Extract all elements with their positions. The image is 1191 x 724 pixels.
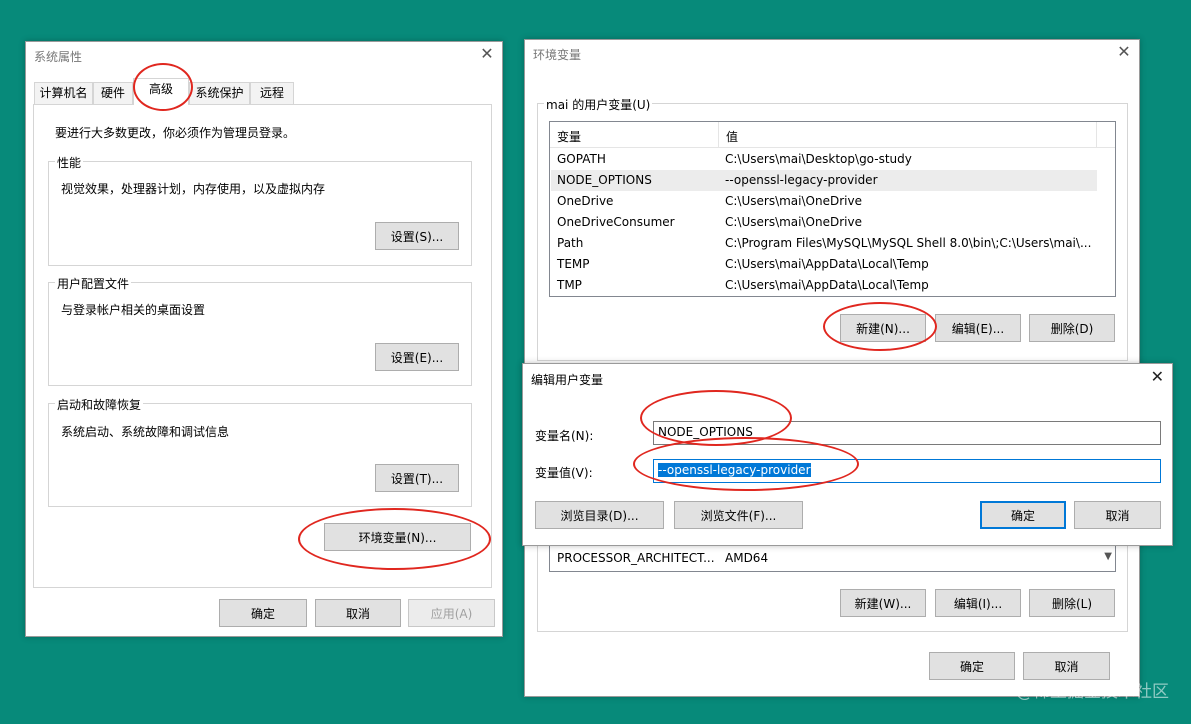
var-value: C:\Users\mai\OneDrive — [725, 215, 862, 229]
performance-label: 性能 — [55, 154, 84, 171]
tab-system-protection[interactable]: 系统保护 — [189, 82, 250, 104]
var-value: C:\Users\mai\Desktop\go-study — [725, 152, 912, 166]
column-separator[interactable] — [1096, 122, 1097, 148]
performance-desc: 视觉效果，处理器计划，内存使用，以及虚拟内存 — [61, 182, 326, 196]
var-name: Path — [557, 236, 584, 250]
system-edit-button[interactable]: 编辑(I)... — [935, 589, 1021, 617]
browse-file-button[interactable]: 浏览文件(F)... — [674, 501, 803, 529]
user-edit-button[interactable]: 编辑(E)... — [935, 314, 1021, 342]
var-value: C:\Program Files\MySQL\MySQL Shell 8.0\b… — [725, 236, 1092, 250]
tab-advanced[interactable]: 高级 — [133, 78, 189, 105]
table-row[interactable]: GOPATH C:\Users\mai\Desktop\go-study — [551, 149, 1097, 170]
user-variables-list[interactable]: 变量 值 GOPATH C:\Users\mai\Desktop\go-stud… — [549, 121, 1116, 297]
performance-settings-button[interactable]: 设置(S)... — [375, 222, 459, 250]
user-variables-label: mai 的用户变量(U) — [544, 96, 653, 113]
variable-name-input[interactable]: NODE_OPTIONS — [653, 421, 1161, 445]
var-value: C:\Users\mai\AppData\Local\Temp — [725, 278, 929, 292]
edit-ok-button[interactable]: 确定 — [980, 501, 1066, 529]
column-separator[interactable] — [718, 122, 719, 148]
browse-directory-button[interactable]: 浏览目录(D)... — [535, 501, 664, 529]
watermark: @稀土掘金技术社区 — [1016, 682, 1169, 702]
window-title: 环境变量 — [533, 48, 582, 62]
close-icon[interactable]: ✕ — [1151, 368, 1164, 386]
table-row[interactable]: TMP C:\Users\mai\AppData\Local\Temp — [551, 275, 1097, 296]
startup-recovery-label: 启动和故障恢复 — [55, 396, 144, 413]
window-title: 系统属性 — [34, 50, 83, 64]
table-row[interactable]: NODE_OPTIONS --openssl-legacy-provider — [551, 170, 1097, 191]
user-profiles-settings-button[interactable]: 设置(E)... — [375, 343, 459, 371]
var-name: PROCESSOR_ARCHITECT... — [557, 551, 715, 565]
edit-user-variable-dialog: 编辑用户变量 ✕ 变量名(N): NODE_OPTIONS 变量值(V): --… — [522, 363, 1173, 546]
var-name: OneDrive — [557, 194, 614, 208]
edit-cancel-button[interactable]: 取消 — [1074, 501, 1161, 529]
env-cancel-button[interactable]: 取消 — [1023, 652, 1110, 680]
sys-ok-button[interactable]: 确定 — [219, 599, 307, 627]
column-header-name[interactable]: 变量 — [557, 128, 581, 145]
var-value: C:\Users\mai\AppData\Local\Temp — [725, 257, 929, 271]
system-variables-list[interactable]: PROCESSOR_ARCHITECT... AMD64 ▼ — [549, 544, 1116, 572]
table-row[interactable]: Path C:\Program Files\MySQL\MySQL Shell … — [551, 233, 1097, 254]
sys-cancel-button[interactable]: 取消 — [315, 599, 401, 627]
user-delete-button[interactable]: 删除(D) — [1029, 314, 1115, 342]
var-name: TEMP — [557, 257, 590, 271]
close-icon[interactable]: ✕ — [1115, 43, 1133, 61]
tab-computer-name[interactable]: 计算机名 — [34, 82, 93, 104]
startup-recovery-desc: 系统启动、系统故障和调试信息 — [61, 425, 230, 439]
system-new-button[interactable]: 新建(W)... — [840, 589, 926, 617]
variable-name-label: 变量名(N): — [535, 429, 594, 443]
user-profiles-desc: 与登录帐户相关的桌面设置 — [61, 303, 206, 317]
var-value: --openssl-legacy-provider — [725, 173, 878, 187]
var-value: C:\Users\mai\OneDrive — [725, 194, 862, 208]
sys-apply-button[interactable]: 应用(A) — [408, 599, 495, 627]
tab-remote[interactable]: 远程 — [250, 82, 294, 104]
admin-note: 要进行大多数更改，你必须作为管理员登录。 — [55, 126, 296, 140]
var-name: GOPATH — [557, 152, 606, 166]
tab-hardware[interactable]: 硬件 — [93, 82, 133, 104]
performance-group: 性能 — [48, 154, 472, 266]
variable-value-label: 变量值(V): — [535, 466, 593, 480]
variable-value-input[interactable]: --openssl-legacy-provider — [653, 459, 1161, 483]
table-row[interactable]: OneDrive C:\Users\mai\OneDrive — [551, 191, 1097, 212]
window-title: 编辑用户变量 — [531, 373, 604, 387]
table-row[interactable]: PROCESSOR_ARCHITECT... AMD64 — [551, 548, 1097, 569]
column-header-value[interactable]: 值 — [726, 128, 738, 145]
user-profiles-label: 用户配置文件 — [55, 275, 132, 292]
env-ok-button[interactable]: 确定 — [929, 652, 1015, 680]
close-icon[interactable]: ✕ — [478, 45, 496, 63]
var-name: NODE_OPTIONS — [557, 173, 652, 187]
table-row[interactable]: TEMP C:\Users\mai\AppData\Local\Temp — [551, 254, 1097, 275]
var-name: OneDriveConsumer — [557, 215, 675, 229]
list-header: 变量 值 — [550, 122, 1115, 148]
startup-recovery-settings-button[interactable]: 设置(T)... — [375, 464, 459, 492]
environment-variables-button[interactable]: 环境变量(N)... — [324, 523, 471, 551]
table-row[interactable]: OneDriveConsumer C:\Users\mai\OneDrive — [551, 212, 1097, 233]
chevron-down-icon[interactable]: ▼ — [1104, 551, 1112, 562]
user-new-button[interactable]: 新建(N)... — [840, 314, 926, 342]
var-name: TMP — [557, 278, 582, 292]
var-value: AMD64 — [725, 551, 769, 565]
system-delete-button[interactable]: 删除(L) — [1029, 589, 1115, 617]
